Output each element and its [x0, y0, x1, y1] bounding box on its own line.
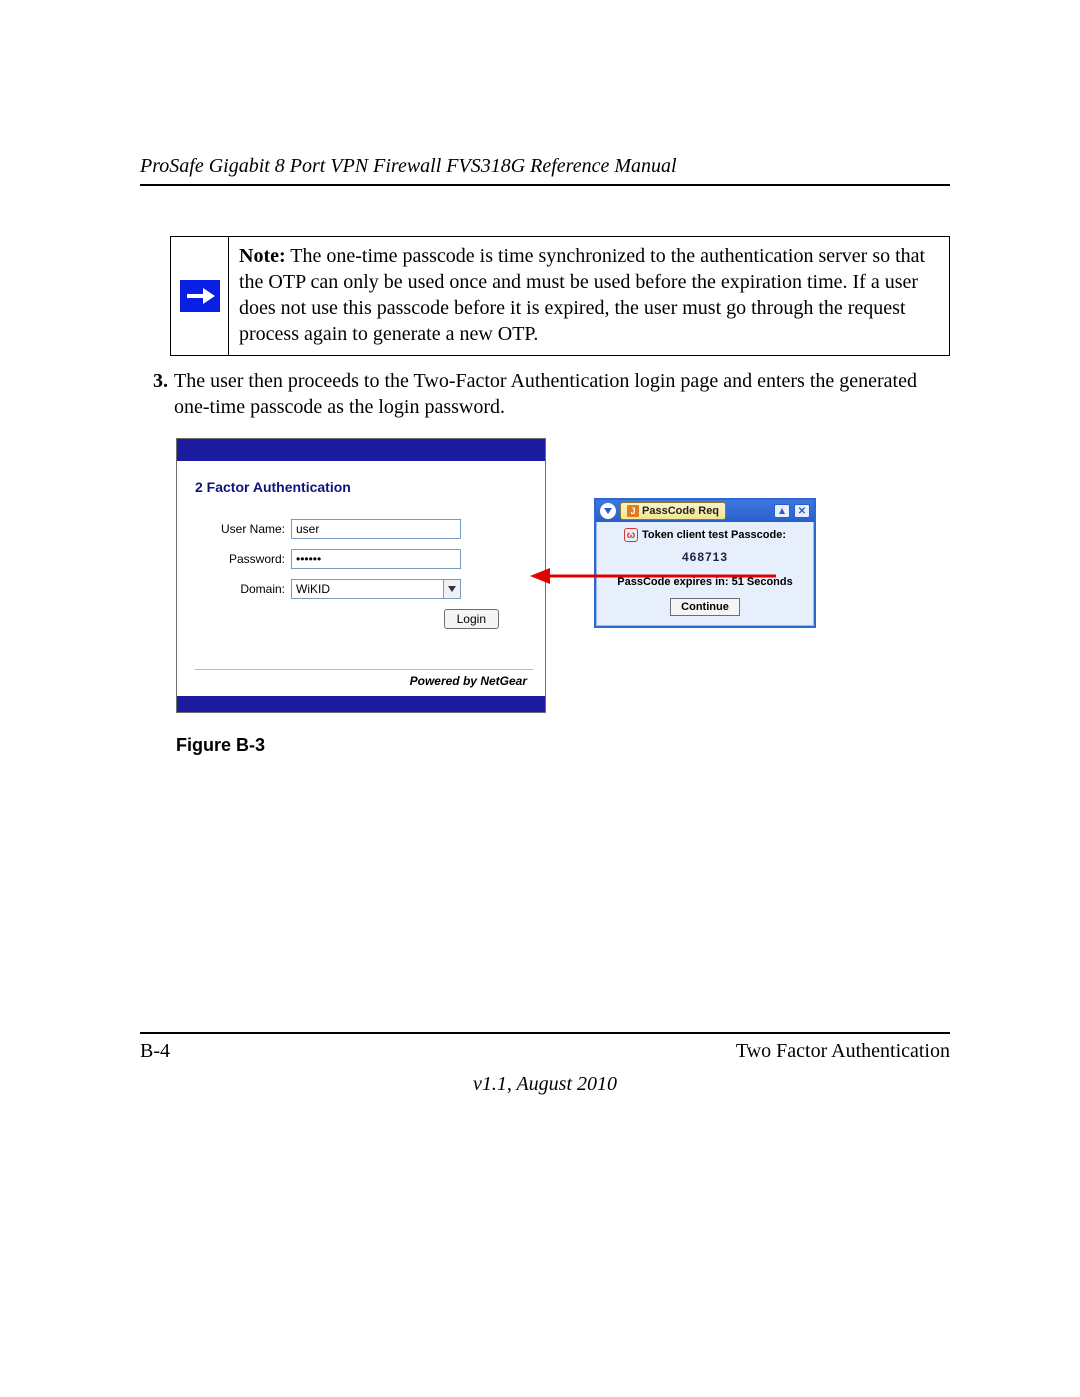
dropdown-icon[interactable] [600, 503, 616, 519]
close-icon[interactable]: ✕ [794, 504, 810, 518]
step-text: The user then proceeds to the Two-Factor… [174, 368, 950, 420]
login-title: 2 Factor Authentication [195, 479, 533, 495]
note-text: Note: The one-time passcode is time sync… [229, 237, 949, 355]
doc-version: v1.1, August 2010 [140, 1073, 950, 1096]
passcode-value: 468713 [604, 550, 806, 564]
passcode-label-row: ω Token client test Passcode: [604, 528, 806, 542]
note-icon-cell [171, 237, 229, 355]
note-label: Note: [239, 245, 286, 267]
note-arrow-icon [180, 280, 220, 312]
token-icon: ω [624, 528, 638, 542]
passcode-window: J PassCode Req ✕ ω Token client test Pas… [594, 498, 816, 628]
passcode-label: Token client test Passcode: [642, 529, 786, 541]
minimize-icon[interactable] [774, 504, 790, 518]
domain-label: Domain: [195, 582, 291, 596]
username-input[interactable] [291, 519, 461, 539]
section-title: Two Factor Authentication [736, 1040, 950, 1063]
passcode-titlebar: J PassCode Req ✕ [596, 500, 814, 522]
username-label: User Name: [195, 522, 291, 536]
header-rule [140, 184, 950, 186]
figure-b3: 2 Factor Authentication User Name: Passw… [176, 438, 840, 713]
step-3: 3. The user then proceeds to the Two-Fac… [140, 368, 950, 420]
passcode-title-text: PassCode Req [642, 505, 719, 517]
footer-rule [140, 1032, 950, 1034]
login-panel: 2 Factor Authentication User Name: Passw… [176, 438, 546, 713]
note-body: The one-time passcode is time synchroniz… [239, 245, 925, 345]
java-icon: J [627, 505, 639, 517]
step-number: 3. [140, 368, 174, 420]
chevron-down-icon[interactable] [443, 579, 461, 599]
note-box: Note: The one-time passcode is time sync… [170, 236, 950, 356]
login-button[interactable]: Login [444, 609, 499, 629]
password-label: Password: [195, 552, 291, 566]
manual-title: ProSafe Gigabit 8 Port VPN Firewall FVS3… [140, 155, 950, 178]
powered-by: Powered by NetGear [195, 669, 533, 692]
figure-caption: Figure B-3 [176, 735, 950, 756]
passcode-title-button[interactable]: J PassCode Req [620, 502, 726, 520]
domain-select[interactable] [291, 579, 461, 599]
login-bottom-bar [177, 696, 545, 712]
login-top-bar [177, 439, 545, 461]
page-footer: B-4 Two Factor Authentication v1.1, Augu… [140, 1032, 950, 1096]
page-number: B-4 [140, 1040, 170, 1063]
continue-button[interactable]: Continue [670, 598, 740, 616]
red-arrow-icon [528, 566, 778, 586]
password-input[interactable] [291, 549, 461, 569]
